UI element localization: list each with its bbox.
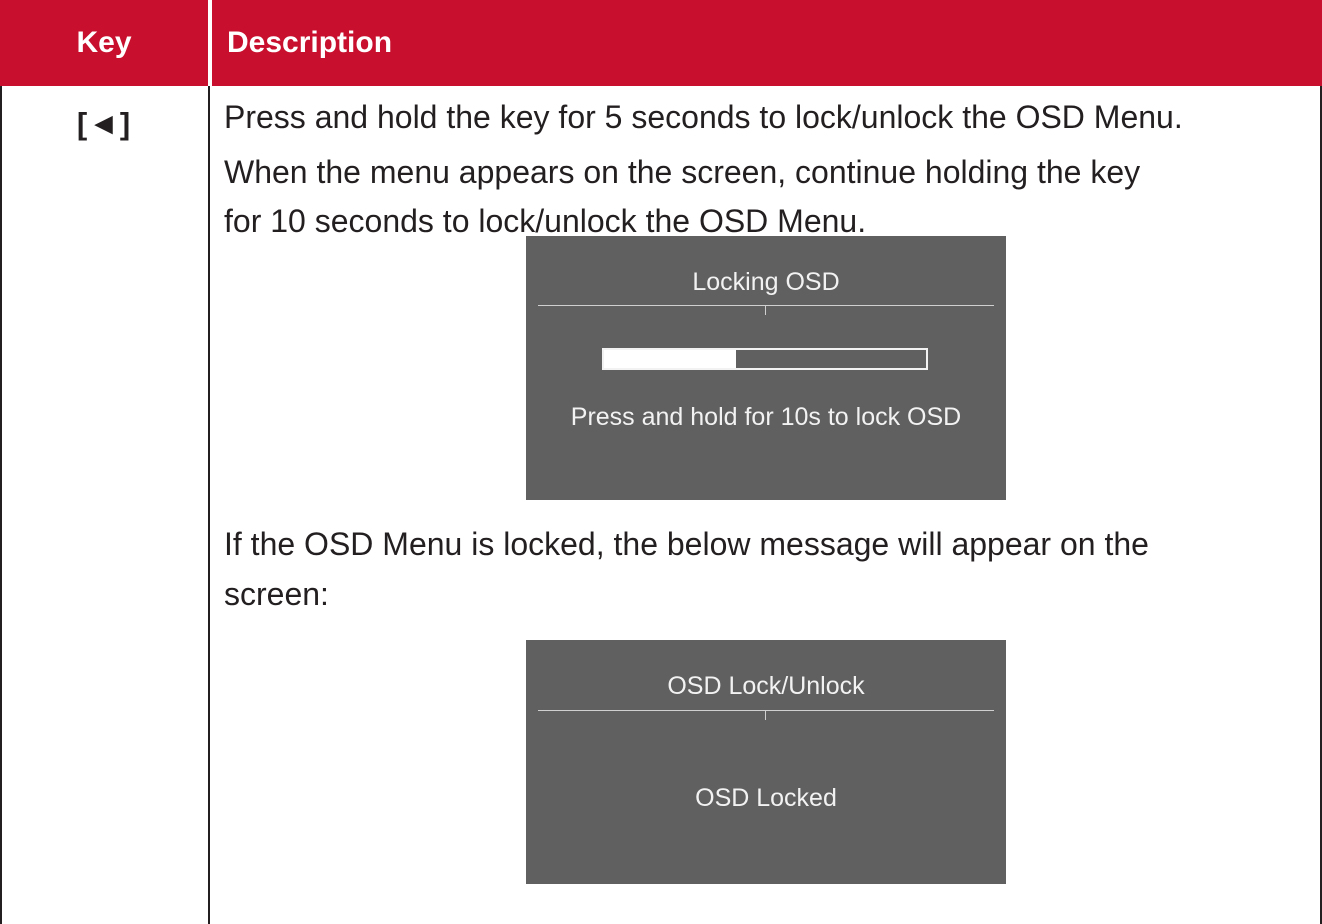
osd-divider	[538, 710, 994, 711]
header-key: Key	[76, 26, 132, 59]
osd-locked-message: OSD Locked	[695, 784, 837, 812]
header-divider	[208, 0, 212, 86]
osd-divider-tick	[765, 711, 766, 720]
osd-locked-dialog: OSD Lock/Unlock OSD Locked	[526, 640, 1006, 884]
osd-divider	[538, 305, 994, 306]
header-description: Description	[227, 26, 393, 59]
description-paragraph-3-line-1: If the OSD Menu is locked, the below mes…	[224, 526, 1149, 562]
lock-progress-fill	[604, 350, 737, 368]
osd-divider-tick	[765, 306, 766, 315]
table-border-left	[0, 86, 2, 924]
osd-locking-dialog: Locking OSD Press and hold for 10s to lo…	[526, 236, 1006, 500]
osd-locked-title: OSD Lock/Unlock	[667, 672, 865, 700]
description-paragraph-1: Press and hold the key for 5 seconds to …	[224, 99, 1183, 135]
description-paragraph-2-line-1: When the menu appears on the screen, con…	[224, 154, 1141, 190]
key-cell: [◄]	[76, 106, 132, 141]
description-paragraph-3-line-2: screen:	[224, 576, 329, 612]
table-header: Key Description	[0, 0, 1322, 86]
osd-locking-title: Locking OSD	[692, 268, 840, 296]
osd-locking-message: Press and hold for 10s to lock OSD	[570, 403, 962, 431]
table-column-divider	[208, 86, 210, 924]
lock-progress-bar	[602, 348, 928, 370]
key-description-table: Key Description [◄] Press and hold the k…	[0, 0, 1322, 924]
